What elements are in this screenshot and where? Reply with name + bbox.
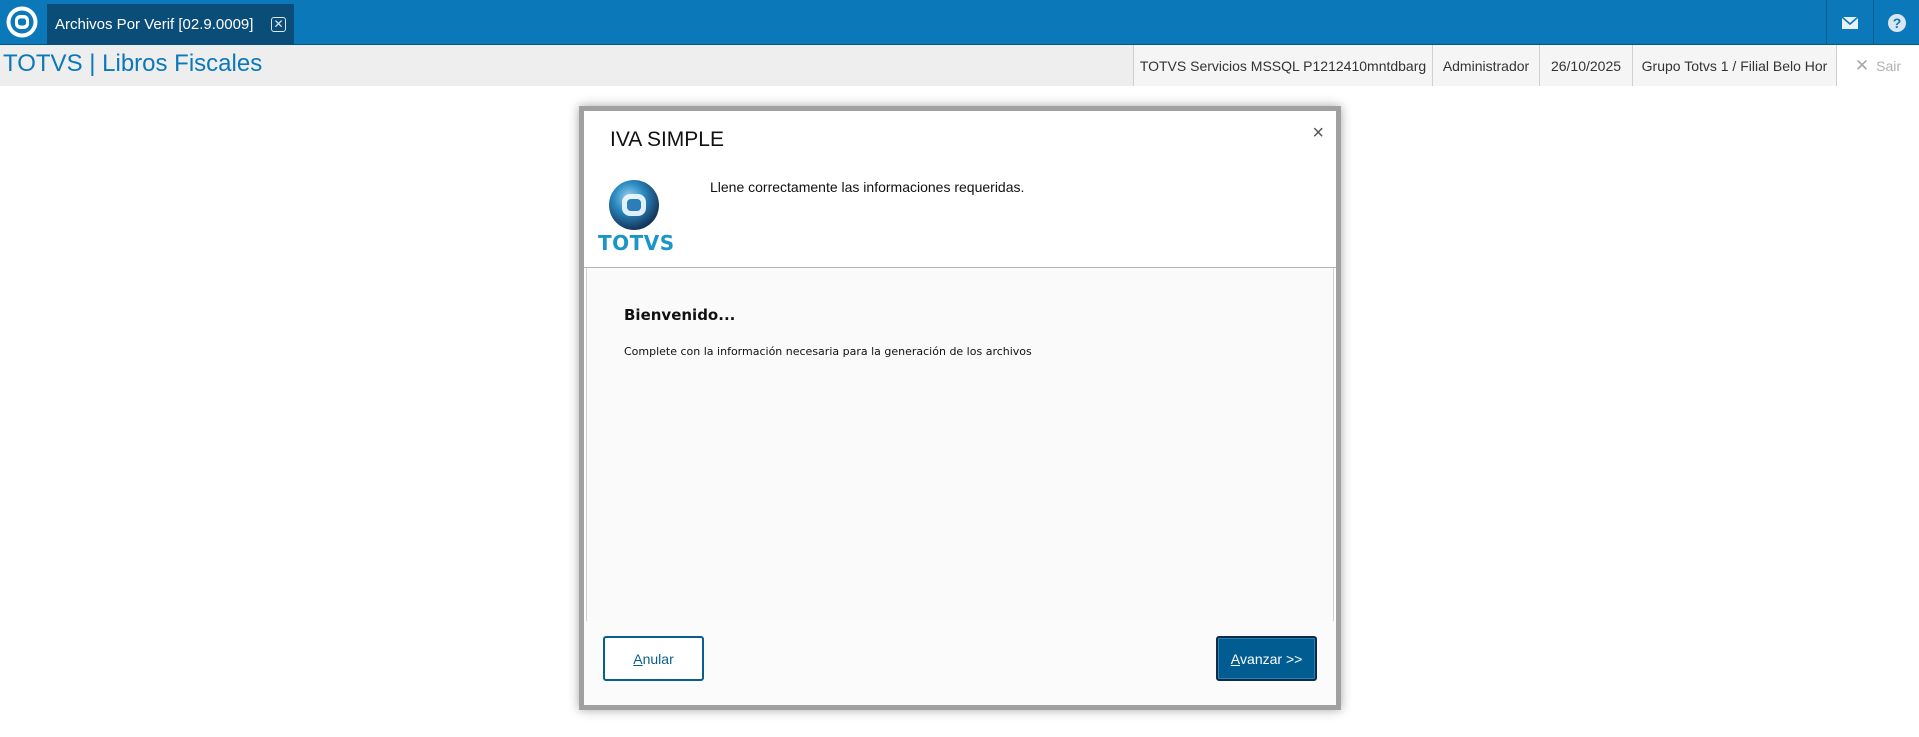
wizard-dialog-frame: IVA SIMPLE × TOTVS Llene correctamente l… <box>579 106 1341 710</box>
cancel-mnemonic: A <box>633 650 643 667</box>
cancel-button[interactable]: Anular <box>603 636 704 681</box>
tab-archivos-por-verif[interactable]: Archivos Por Verif [02.9.0009] ✕ <box>47 4 294 45</box>
mail-icon <box>1840 15 1859 29</box>
date-info: 26/10/2025 <box>1539 45 1632 86</box>
welcome-text: Complete con la información necesaria pa… <box>624 345 1032 358</box>
wizard-dialog: IVA SIMPLE × TOTVS Llene correctamente l… <box>584 111 1336 705</box>
wizard-footer: Anular Avanzar >> <box>584 621 1336 705</box>
welcome-title: Bienvenido... <box>624 306 736 324</box>
close-icon: ✕ <box>1854 55 1870 75</box>
next-button[interactable]: Avanzar >> <box>1216 636 1317 681</box>
branch-info: Grupo Totvs 1 / Filial Belo Hor <box>1632 45 1836 86</box>
mail-button[interactable] <box>1826 0 1872 45</box>
exit-label: Sair <box>1876 57 1902 74</box>
logo-text: TOTVS <box>598 231 675 255</box>
header-bar: TOTVS | Libros Fiscales TOTVS Servicios … <box>0 45 1919 86</box>
instruction-text: Llene correctamente las informaciones re… <box>710 179 1025 195</box>
user-info: Administrador <box>1432 45 1539 86</box>
help-button[interactable]: ? <box>1873 0 1919 45</box>
page-title: TOTVS | Libros Fiscales <box>3 50 263 77</box>
wizard-body: Bienvenido... Complete con la informació… <box>586 268 1334 621</box>
top-bar: Archivos Por Verif [02.9.0009] ✕ ? <box>0 0 1919 45</box>
cancel-label: nular <box>642 650 674 667</box>
tab-close-icon[interactable]: ✕ <box>271 17 286 32</box>
next-label: vanzar >> <box>1240 650 1303 667</box>
totvs-logo-icon[interactable] <box>5 5 39 39</box>
totvs-orb-icon <box>609 180 659 230</box>
exit-button[interactable]: ✕ Sair <box>1836 45 1919 86</box>
environment-info: TOTVS Servicios MSSQL P1212410mntdbarg <box>1133 45 1432 86</box>
svg-text:?: ? <box>1892 15 1901 31</box>
totvs-brand-logo: TOTVS <box>598 179 675 259</box>
dialog-close-icon[interactable]: × <box>1312 123 1324 143</box>
dialog-title: IVA SIMPLE <box>610 128 724 151</box>
help-icon: ? <box>1887 13 1906 32</box>
next-mnemonic: A <box>1230 650 1241 667</box>
tab-label: Archivos Por Verif [02.9.0009] <box>55 16 254 33</box>
